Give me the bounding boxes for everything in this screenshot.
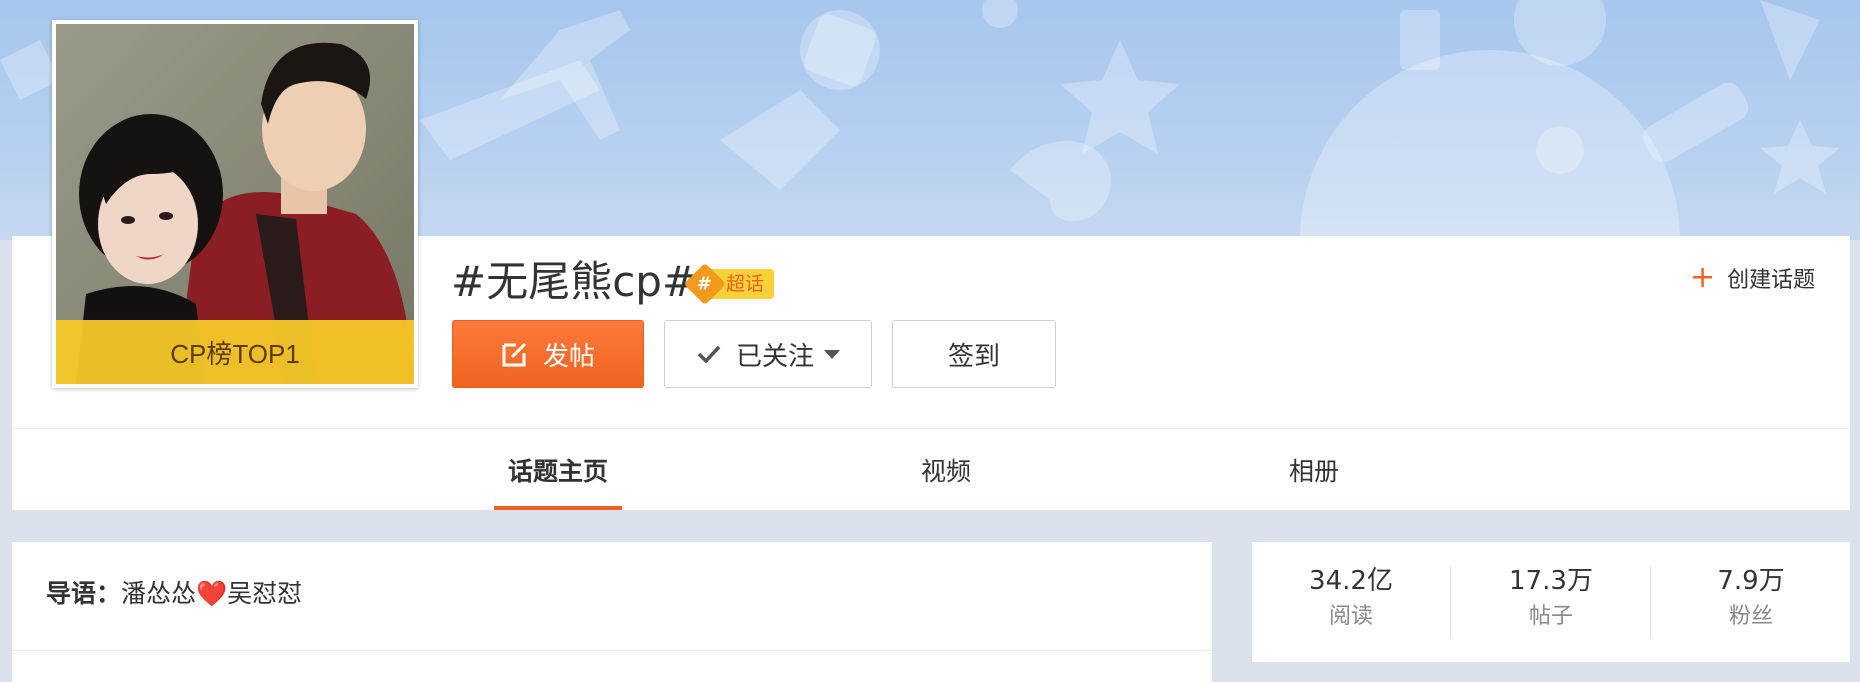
header-divider: [12, 428, 1850, 429]
stat-divider: [1650, 566, 1651, 638]
checkmark-icon: [697, 345, 721, 364]
intro-divider: [12, 650, 1212, 651]
create-topic-label: 创建话题: [1727, 268, 1816, 293]
topic-title: #无尾熊cp#: [451, 257, 698, 306]
stat-posts: 17.3万 帖子: [1452, 564, 1650, 634]
stat-reads-value: 34.2亿: [1309, 566, 1393, 596]
signin-button[interactable]: 签到: [892, 320, 1056, 388]
stat-posts-label: 帖子: [1528, 604, 1573, 629]
topic-cover[interactable]: CP榜TOP1: [52, 20, 418, 388]
stat-divider: [1450, 566, 1451, 638]
intro-line: 导语：潘怂怂❤️吴怼怼: [46, 574, 302, 610]
edit-icon: [502, 342, 527, 367]
stat-posts-value: 17.3万: [1509, 566, 1593, 596]
signin-button-label: 签到: [947, 341, 1000, 372]
plus-icon: +: [1690, 260, 1716, 295]
stat-reads: 34.2亿 阅读: [1252, 564, 1450, 634]
cover-photo: CP榜TOP1: [56, 24, 414, 384]
stat-fans-value: 7.9万: [1717, 566, 1785, 596]
tab-topic-home[interactable]: 话题主页: [494, 430, 622, 510]
stat-reads-label: 阅读: [1328, 604, 1373, 629]
chevron-down-icon: [824, 349, 840, 359]
follow-dropdown-button[interactable]: 已关注: [664, 320, 872, 388]
intro-text: 潘怂怂❤️吴怼怼: [121, 579, 303, 608]
cover-rank-badge: CP榜TOP1: [56, 320, 414, 384]
follow-button-label: 已关注: [735, 341, 814, 372]
super-topic-badge[interactable]: # 超话: [683, 262, 775, 306]
post-button-label: 发帖: [542, 341, 595, 372]
post-button[interactable]: 发帖: [452, 320, 644, 388]
tab-albums[interactable]: 相册: [1260, 430, 1368, 510]
stat-fans-label: 粉丝: [1728, 604, 1773, 629]
create-topic-link[interactable]: + 创建话题: [1690, 262, 1815, 294]
intro-label: 导语：: [46, 579, 122, 608]
topic-tabs: 话题主页 视频 相册: [12, 430, 1850, 510]
stat-fans: 7.9万 粉丝: [1652, 564, 1850, 634]
stats-card: 34.2亿 阅读 17.3万 帖子 7.9万 粉丝: [1252, 542, 1850, 662]
tab-videos[interactable]: 视频: [892, 430, 1000, 510]
intro-card: 导语：潘怂怂❤️吴怼怼: [12, 542, 1212, 682]
